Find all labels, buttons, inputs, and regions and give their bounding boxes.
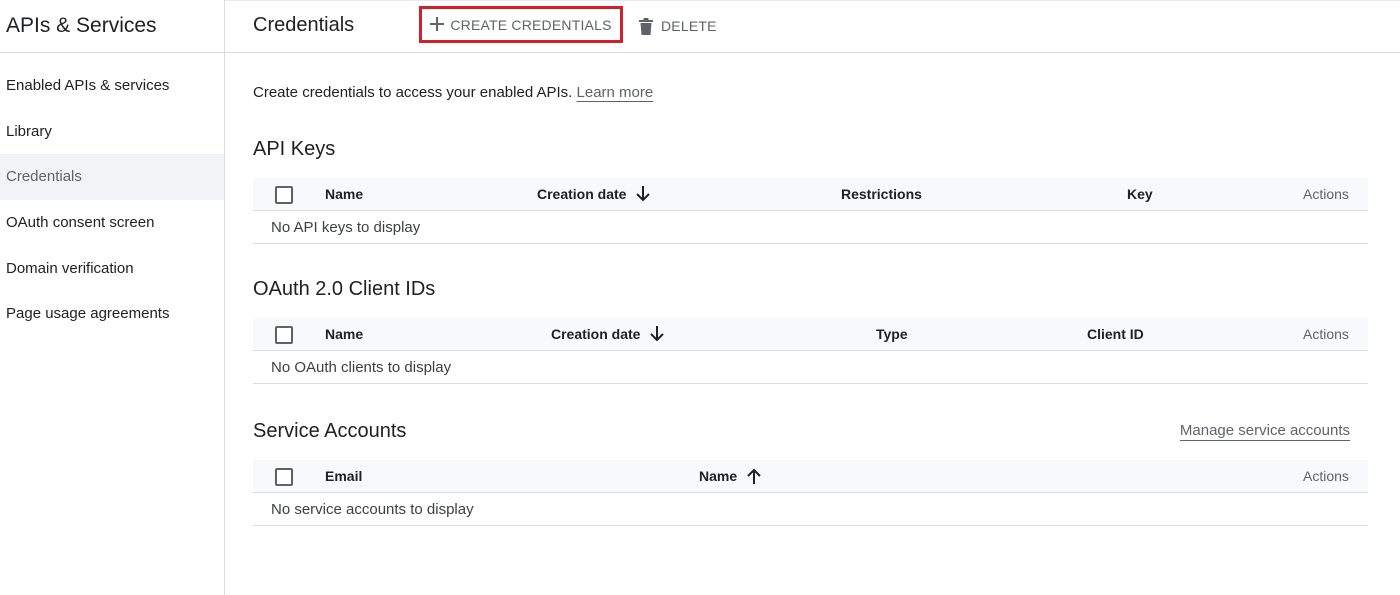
empty-message: No service accounts to display	[271, 501, 474, 518]
create-credentials-label: CREATE CREDENTIALS	[450, 16, 612, 33]
empty-message: No API keys to display	[271, 219, 421, 236]
column-creation-date[interactable]: Creation date	[537, 186, 651, 202]
column-actions: Actions	[1303, 468, 1349, 484]
sidebar-item-enabled-apis[interactable]: Enabled APIs & services	[0, 63, 224, 109]
table-header: Name Creation date Type Client ID Action…	[253, 318, 1368, 351]
column-type: Type	[876, 326, 908, 342]
intro-text: Create credentials to access your enable…	[253, 84, 653, 101]
table-header: Email Name Actions	[253, 460, 1368, 493]
oauth-table: Name Creation date Type Client ID Action…	[253, 318, 1368, 384]
select-all-checkbox[interactable]	[275, 468, 293, 486]
manage-service-accounts-link[interactable]: Manage service accounts	[1180, 422, 1350, 439]
delete-label: DELETE	[661, 18, 717, 34]
table-header: Name Creation date Restrictions Key Acti…	[253, 178, 1368, 211]
service-accounts-table: Email Name Actions No service accounts t…	[253, 460, 1368, 526]
sidebar-item-library[interactable]: Library	[0, 109, 224, 155]
service-accounts-title: Service Accounts	[253, 420, 407, 442]
column-actions: Actions	[1303, 186, 1349, 202]
arrow-down-icon	[636, 186, 651, 202]
create-credentials-button[interactable]: CREATE CREDENTIALS	[419, 6, 623, 43]
intro-description: Create credentials to access your enable…	[253, 84, 573, 101]
column-key: Key	[1127, 186, 1153, 202]
delete-button[interactable]: DELETE	[639, 13, 717, 39]
table-row: No service accounts to display	[253, 493, 1368, 526]
column-name[interactable]: Name	[325, 186, 363, 202]
column-email[interactable]: Email	[325, 468, 362, 484]
sidebar: APIs & Services Enabled APIs & services …	[0, 0, 225, 595]
trash-icon	[639, 17, 653, 35]
sidebar-nav: Enabled APIs & services Library Credenti…	[0, 53, 224, 337]
app-root: APIs & Services Enabled APIs & services …	[0, 0, 1400, 595]
table-row: No OAuth clients to display	[253, 351, 1368, 384]
column-name[interactable]: Name	[699, 468, 761, 484]
table-row: No API keys to display	[253, 211, 1368, 244]
column-client-id: Client ID	[1087, 326, 1144, 342]
api-keys-table: Name Creation date Restrictions Key Acti…	[253, 178, 1368, 244]
api-keys-title: API Keys	[253, 138, 336, 160]
sidebar-item-credentials[interactable]: Credentials	[0, 154, 224, 200]
column-actions: Actions	[1303, 326, 1349, 342]
plus-icon	[430, 16, 445, 31]
select-all-checkbox[interactable]	[275, 186, 293, 204]
learn-more-link[interactable]: Learn more	[577, 84, 654, 101]
arrow-up-icon	[747, 468, 761, 484]
sidebar-title: APIs & Services	[0, 0, 224, 53]
column-creation-date[interactable]: Creation date	[551, 326, 665, 342]
column-restrictions: Restrictions	[841, 186, 922, 202]
empty-message: No OAuth clients to display	[271, 359, 452, 376]
sidebar-item-page-usage[interactable]: Page usage agreements	[0, 291, 224, 337]
page-title: Credentials	[253, 14, 355, 36]
arrow-down-icon	[650, 326, 665, 342]
toolbar: Credentials CREATE CREDENTIALS DELETE	[225, 0, 1400, 53]
select-all-checkbox[interactable]	[275, 326, 293, 344]
column-name[interactable]: Name	[325, 326, 363, 342]
sidebar-item-oauth-consent[interactable]: OAuth consent screen	[0, 200, 224, 246]
sidebar-item-domain-verification[interactable]: Domain verification	[0, 245, 224, 291]
oauth-title: OAuth 2.0 Client IDs	[253, 278, 436, 300]
